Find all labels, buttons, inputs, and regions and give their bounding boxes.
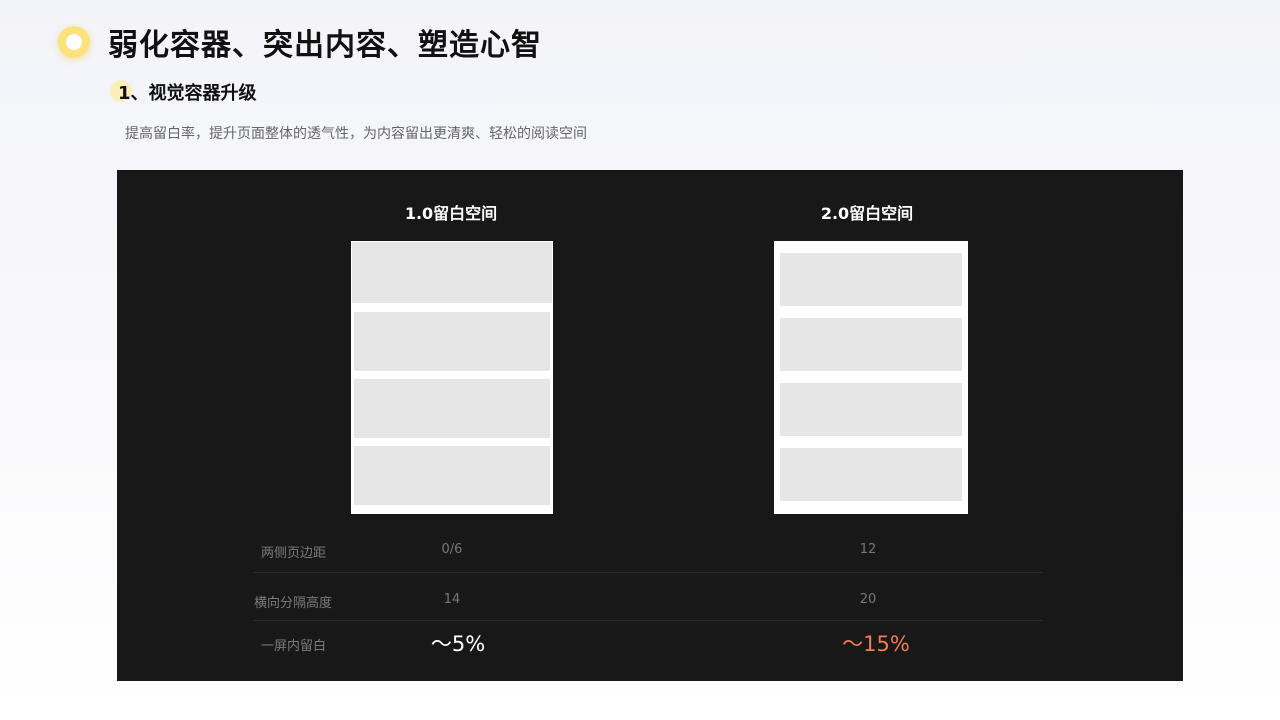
metric-v1-value: ～5% bbox=[430, 632, 486, 656]
metric-v2-value: 20 bbox=[859, 592, 877, 607]
v2-phone-mockup bbox=[774, 241, 968, 514]
section-description: 提高留白率，提升页面整体的透气性，为内容留出更清爽、轻松的阅读空间 bbox=[125, 126, 587, 142]
row-divider bbox=[254, 620, 1042, 621]
v2-card-block bbox=[780, 318, 962, 371]
v1-title: 1.0留白空间 bbox=[404, 204, 498, 223]
metric-v1-value: 14 bbox=[443, 592, 461, 607]
metric-row-spacing: 横向分隔高度 14 20 bbox=[117, 581, 1183, 621]
metric-v1-value: 0/6 bbox=[441, 542, 463, 557]
metric-row-margin: 两侧页边距 0/6 12 bbox=[117, 531, 1183, 571]
v1-header-block bbox=[352, 242, 552, 303]
title-bullet-icon bbox=[58, 26, 90, 58]
v2-card-block bbox=[780, 253, 962, 306]
v2-card-block bbox=[780, 448, 962, 501]
metric-label: 横向分隔高度 bbox=[254, 596, 333, 611]
metric-v2-value: ～15% bbox=[842, 632, 910, 656]
row-divider bbox=[254, 572, 1042, 573]
v1-card-block bbox=[354, 312, 550, 371]
v1-phone-mockup bbox=[351, 241, 553, 514]
v2-card-block bbox=[780, 383, 962, 436]
page-title: 弱化容器、突出内容、塑造心智 bbox=[108, 28, 542, 63]
metric-label: 两侧页边距 bbox=[261, 546, 327, 561]
metric-v2-value: 12 bbox=[859, 542, 877, 557]
section-heading: 1、视觉容器升级 bbox=[118, 83, 257, 104]
v1-card-block bbox=[354, 379, 550, 438]
v1-card-block bbox=[354, 446, 550, 505]
v2-title: 2.0留白空间 bbox=[820, 204, 914, 223]
metric-row-whitespace: 一屏内留白 ～5% ～15% bbox=[117, 625, 1183, 665]
metric-label: 一屏内留白 bbox=[261, 639, 327, 654]
comparison-panel: 1.0留白空间 2.0留白空间 两侧页边距 0/6 12 横向分隔高度 14 2… bbox=[117, 170, 1183, 681]
